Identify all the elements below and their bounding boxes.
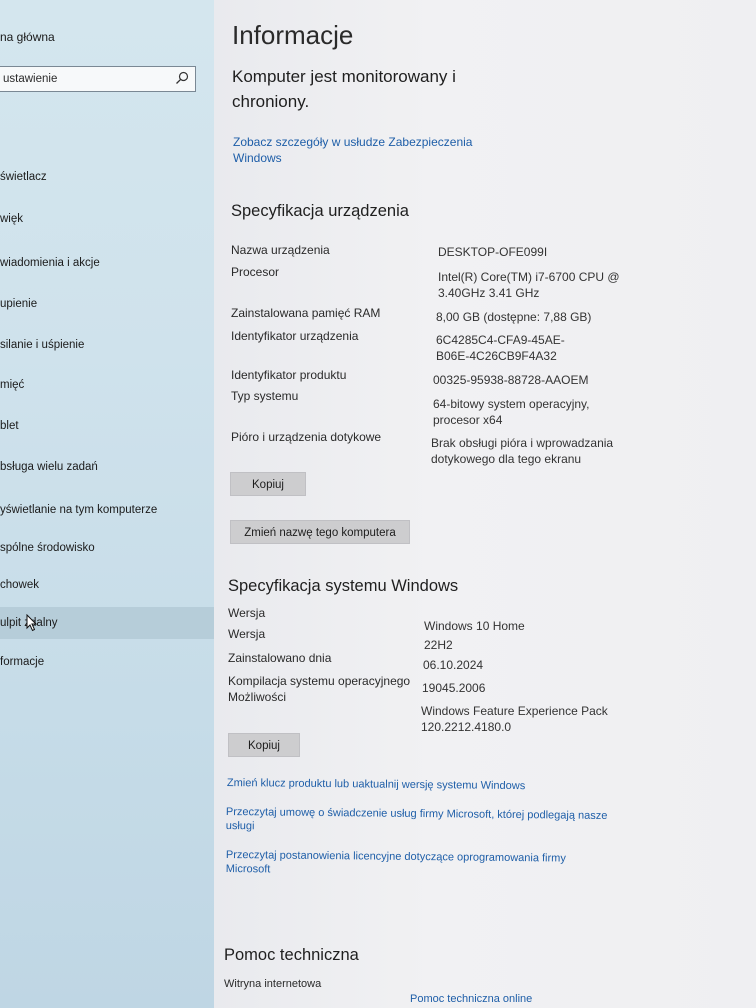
product-key-link[interactable]: Zmień klucz produktu lub uaktualnij wers… bbox=[227, 776, 567, 794]
sidebar-item-label: mięć bbox=[0, 379, 25, 391]
sidebar-item-display[interactable]: świetlacz bbox=[0, 161, 214, 193]
sidebar-home-link[interactable]: na główna bbox=[0, 30, 55, 44]
sidebar-item-storage[interactable]: mięć bbox=[0, 369, 214, 401]
sidebar-item-label: bsługa wielu zadań bbox=[0, 461, 98, 473]
processor-label: Procesor bbox=[231, 265, 280, 279]
search-box[interactable]: ustawienie bbox=[0, 66, 196, 92]
sidebar-item-focus[interactable]: upienie bbox=[0, 288, 214, 320]
sidebar-item-label: spólne środowisko bbox=[0, 542, 95, 554]
sidebar-item-label: wiadomienia i akcje bbox=[0, 257, 100, 269]
page-title: Informacje bbox=[232, 20, 354, 50]
product-id-value: 00325-95938-88728-AAOEM bbox=[433, 373, 589, 387]
device-id-value: 6C4285C4-CFA9-45AE-B06E-4C26CB9F4A32 bbox=[436, 333, 565, 363]
protection-status: Komputer jest monitorowany i chroniony. bbox=[232, 67, 456, 111]
installed-on-label: Zainstalowano dnia bbox=[228, 651, 332, 665]
support-website-link[interactable]: Pomoc techniczna online bbox=[410, 992, 570, 1006]
copy-windows-spec-button[interactable]: Kopiuj bbox=[228, 733, 300, 757]
sidebar-item-notifications[interactable]: wiadomienia i akcje bbox=[0, 247, 214, 279]
sidebar-item-tablet[interactable]: blet bbox=[0, 410, 214, 442]
rename-pc-button[interactable]: Zmień nazwę tego komputera bbox=[230, 520, 410, 544]
sidebar-item-multitasking[interactable]: bsługa wielu zadań bbox=[0, 451, 214, 483]
about-page: Informacje Komputer jest monitorowany i … bbox=[214, 0, 756, 1008]
processor-value: Intel(R) Core(TM) i7-6700 CPU @ 3.40GHz … bbox=[438, 270, 620, 300]
support-heading: Pomoc techniczna bbox=[224, 946, 359, 964]
product-id-label: Identyfikator produktu bbox=[231, 368, 347, 382]
sidebar-item-clipboard[interactable]: chowek bbox=[0, 569, 214, 601]
system-type-label: Typ systemu bbox=[231, 389, 299, 403]
services-agreement-link[interactable]: Przeczytaj umowę o świadczenie usług fir… bbox=[226, 805, 616, 837]
sidebar-item-label: chowek bbox=[0, 579, 39, 591]
sidebar-item-shared-experiences[interactable]: spólne środowisko bbox=[0, 532, 214, 564]
device-name-value: DESKTOP-OFE099I bbox=[438, 245, 548, 259]
settings-sidebar: na główna ustawienie świetlacz więk wiad… bbox=[0, 0, 214, 1008]
os-build-value: 19045.2006 bbox=[422, 681, 486, 695]
pen-touch-label: Pióro i urządzenia dotykowe bbox=[231, 430, 382, 444]
security-details-link[interactable]: Zobacz szczegóły w usłudze Zabezpieczeni… bbox=[233, 134, 493, 166]
copy-device-spec-button[interactable]: Kopiuj bbox=[230, 472, 306, 496]
pen-touch-value: Brak obsługi pióra i wprowadzania dotyko… bbox=[431, 436, 614, 466]
system-type-value: 64-bitowy system operacyjny, procesor x6… bbox=[433, 397, 590, 427]
sidebar-item-sound[interactable]: więk bbox=[0, 203, 214, 235]
support-website-label: Witryna internetowa bbox=[224, 978, 322, 990]
device-name-label: Nazwa urządzenia bbox=[231, 243, 330, 257]
experience-value: Windows Feature Experience Pack 120.2212… bbox=[421, 704, 608, 734]
sidebar-item-label: upienie bbox=[0, 298, 38, 310]
experience-label: Możliwości bbox=[228, 690, 287, 704]
ram-value: 8,00 GB (dostępne: 7,88 GB) bbox=[436, 310, 592, 324]
sidebar-item-about[interactable]: formacje bbox=[0, 646, 214, 678]
sidebar-item-label: formacje bbox=[0, 656, 45, 668]
sidebar-item-label: yświetlanie na tym komputerze bbox=[0, 504, 158, 516]
installed-on-value: 06.10.2024 bbox=[423, 658, 484, 672]
sidebar-item-power-sleep[interactable]: silanie i uśpienie bbox=[0, 329, 214, 361]
mouse-cursor-icon bbox=[26, 614, 38, 632]
sidebar-item-label: więk bbox=[0, 213, 24, 225]
os-build-label: Kompilacja systemu operacyjnego bbox=[228, 674, 411, 688]
license-terms-link[interactable]: Przeczytaj postanowienia licencyjne doty… bbox=[226, 848, 606, 880]
sidebar-item-label: blet bbox=[0, 420, 19, 432]
version-value: 22H2 bbox=[424, 638, 453, 652]
device-spec-heading: Specyfikacja urządzenia bbox=[231, 202, 409, 220]
windows-spec-heading: Specyfikacja systemu Windows bbox=[228, 577, 459, 595]
sidebar-item-label: świetlacz bbox=[0, 171, 47, 183]
sidebar-item-label: silanie i uśpienie bbox=[0, 339, 85, 351]
edition-value: Windows 10 Home bbox=[424, 619, 525, 633]
search-icon[interactable] bbox=[175, 71, 189, 85]
edition-label: Wersja bbox=[228, 606, 266, 620]
version-label: Wersja bbox=[228, 627, 266, 641]
device-id-label: Identyfikator urządzenia bbox=[231, 329, 359, 343]
ram-label: Zainstalowana pamięć RAM bbox=[231, 306, 381, 320]
sidebar-item-projecting[interactable]: yświetlanie na tym komputerze bbox=[0, 494, 214, 526]
search-input[interactable]: ustawienie bbox=[3, 73, 57, 85]
